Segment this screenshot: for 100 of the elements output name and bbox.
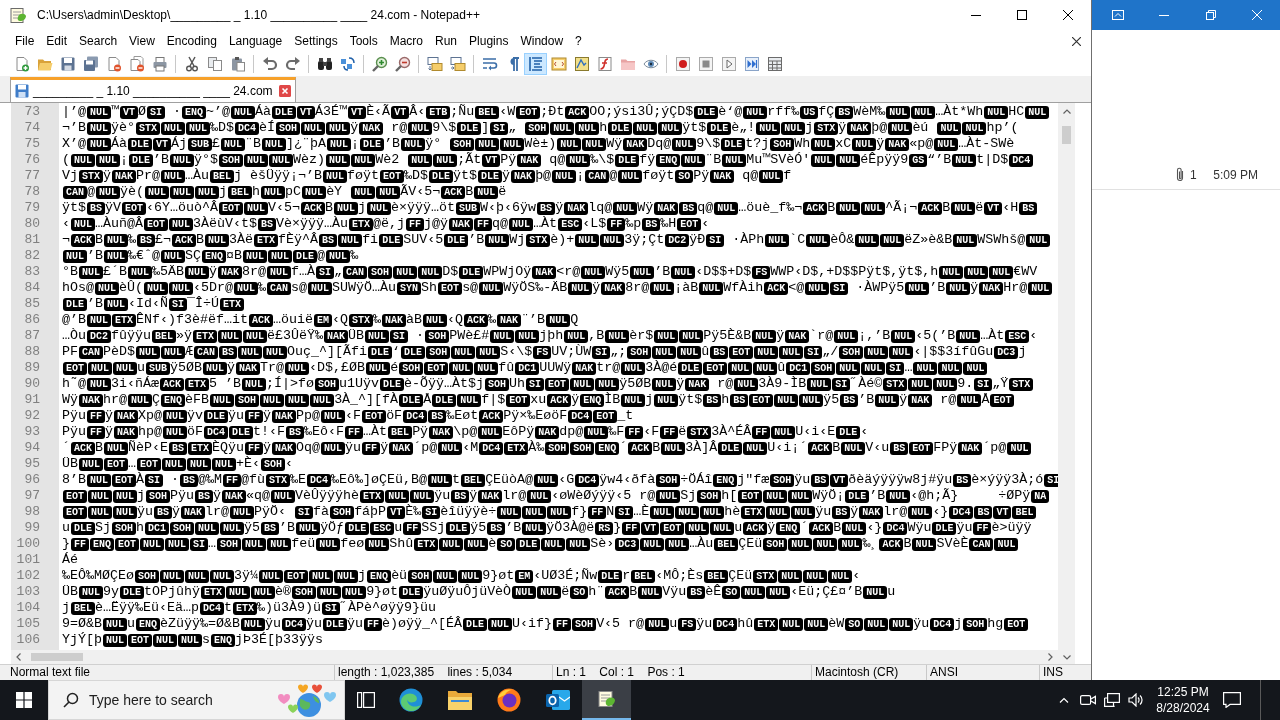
menu-item[interactable]: Run: [429, 32, 464, 50]
control-character: NUL: [500, 137, 525, 151]
control-character: NUL: [788, 537, 813, 551]
video-camera-icon[interactable]: [1080, 694, 1096, 706]
control-character: DLE: [478, 169, 503, 183]
code-text: ÿu: [696, 616, 713, 632]
control-character: ENQ: [90, 537, 115, 551]
control-character: NUL: [479, 281, 504, 295]
menu-item[interactable]: Encoding: [160, 32, 223, 50]
code-text: ·ÀPh: [731, 232, 765, 248]
code-text: …Àt: [980, 328, 1005, 344]
code-text: j: [645, 392, 654, 408]
scroll-down-icon[interactable]: [1062, 655, 1071, 660]
network-icon[interactable]: [1104, 693, 1120, 707]
control-character: NAK: [572, 361, 597, 375]
control-character: VT: [482, 153, 501, 167]
horizontal-scrollbar[interactable]: [11, 650, 1058, 664]
close-icon[interactable]: [1072, 36, 1081, 46]
menu-item[interactable]: Language: [222, 32, 289, 50]
control-character: BS: [1019, 201, 1038, 215]
scroll-left-icon[interactable]: [16, 653, 21, 661]
control-character: FF: [752, 425, 771, 439]
code-text: ÿu: [265, 616, 282, 632]
search-field[interactable]: Type here to search: [89, 690, 249, 710]
code-text: (: [62, 152, 70, 168]
control-character: NUL: [584, 425, 609, 439]
scroll-right-icon[interactable]: [1048, 653, 1053, 661]
code-text: …: [208, 536, 217, 552]
clock-time[interactable]: 12:25 PM: [1157, 684, 1209, 700]
menu-item[interactable]: Macro: [383, 32, 429, 50]
control-character: NUL: [605, 329, 630, 343]
line-number: 85: [23, 296, 41, 312]
menu-item[interactable]: Edit: [40, 32, 74, 50]
control-character: NUL: [811, 137, 836, 151]
code-text: ÜB: [62, 456, 78, 472]
control-character: NUL: [754, 345, 779, 359]
control-character: STX: [814, 121, 839, 135]
control-character: NUL: [321, 409, 346, 423]
control-character: ENQ: [136, 617, 161, 631]
window-title: C:\Users\admin\Desktop\_________ _ 1.10 __________ ____ 24.com - Notepad++: [37, 7, 480, 24]
speaker-icon[interactable]: [1128, 693, 1144, 707]
code-text: ÿ: [172, 504, 181, 520]
stop-icon: [697, 56, 714, 72]
control-character: NUL: [743, 105, 768, 119]
notification-icon[interactable]: [1223, 692, 1241, 708]
control-character: NUL: [861, 361, 886, 375]
code-text: Hr@: [1003, 280, 1028, 296]
code-text: ÿu: [434, 488, 451, 504]
code-text: f}: [571, 504, 588, 520]
control-character: NUL: [581, 265, 606, 279]
control-character: DLE: [721, 137, 746, 151]
control-character: NUL: [836, 201, 861, 215]
control-character: NUL: [779, 617, 804, 631]
scrollbar-thumb[interactable]: [1062, 126, 1071, 144]
menu-item[interactable]: ?: [569, 32, 588, 50]
menu-item[interactable]: Tools: [343, 32, 384, 50]
control-character: NUL: [650, 281, 675, 295]
control-character: BS: [710, 345, 729, 359]
control-character: NUL: [205, 233, 230, 247]
menu-item[interactable]: View: [123, 32, 161, 50]
control-character: NUL: [334, 569, 359, 583]
code-text: èW: [828, 616, 845, 632]
code-text: ¡: [351, 136, 360, 152]
search-box[interactable]: Type here to search: [48, 680, 345, 720]
control-character: SYN: [397, 281, 422, 295]
vertical-scrollbar[interactable]: [1058, 103, 1075, 664]
control-character: BS: [890, 441, 909, 455]
control-character: NUL: [672, 137, 697, 151]
menu-item[interactable]: Window: [514, 32, 570, 50]
menu-item[interactable]: Settings: [288, 32, 344, 50]
control-character: EOT: [63, 361, 87, 375]
control-character: NAK: [272, 441, 297, 455]
control-character: NUL: [161, 169, 186, 183]
code-text: ÿu: [794, 472, 811, 488]
code-text: ðèäýÿÿÿw8j#ÿu: [848, 472, 953, 488]
control-character: DC4: [1009, 153, 1034, 167]
code-text: …Àu: [689, 536, 714, 552]
control-character: SOH: [627, 345, 652, 359]
control-character: NUL: [652, 345, 677, 359]
menu-item[interactable]: Search: [73, 32, 124, 50]
minimize-icon: [1158, 14, 1169, 16]
control-character: EOT: [115, 537, 140, 551]
code-text: ÿ: [469, 488, 478, 504]
menu-item[interactable]: Plugins: [463, 32, 515, 50]
control-character: ENQ: [580, 393, 605, 407]
menu-item[interactable]: File: [9, 32, 41, 50]
control-character: NUL: [788, 489, 813, 503]
control-character: VT: [984, 201, 1003, 215]
control-character: DLE: [128, 137, 153, 151]
taskbar-button[interactable]: [582, 680, 631, 720]
code-text: ÿv: [187, 408, 204, 424]
control-character: NUL: [136, 345, 161, 359]
file-tab[interactable]: _________ _ 1.10 __________ ____ 24.com: [10, 77, 296, 102]
chevron-up-icon[interactable]: [1059, 697, 1069, 703]
scroll-up-icon[interactable]: [1062, 109, 1071, 114]
control-character: ETX: [741, 505, 766, 519]
line-number: 100: [15, 536, 41, 552]
scrollbar-thumb[interactable]: [31, 653, 83, 661]
clock-date[interactable]: 8/28/2024: [1156, 700, 1210, 716]
control-character: SOH: [811, 361, 836, 375]
